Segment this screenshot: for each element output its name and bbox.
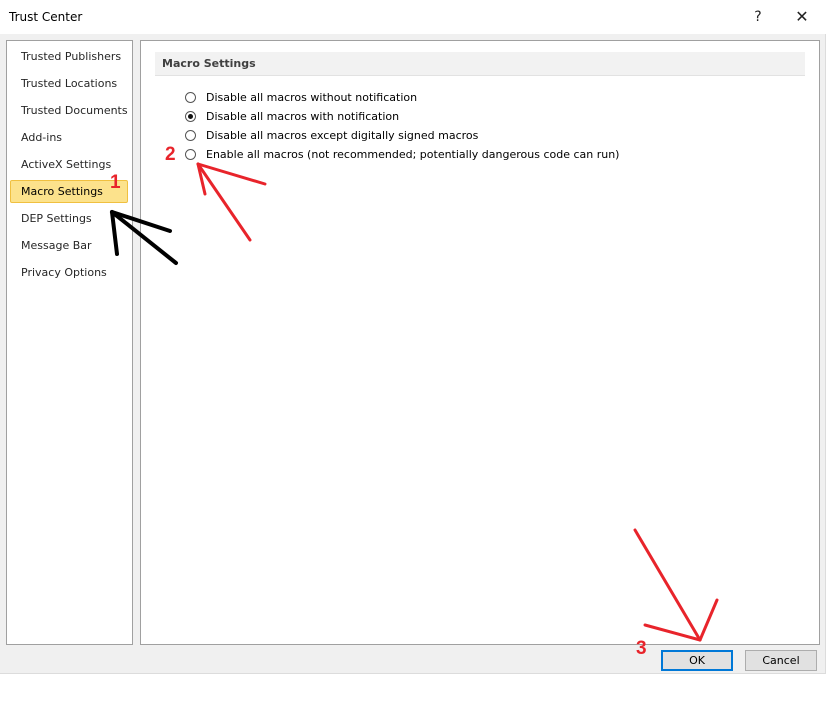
radio-label: Disable all macros except digitally sign… <box>206 129 479 142</box>
sidebar-item-trusted-documents[interactable]: Trusted Documents <box>10 99 128 122</box>
radio-label: Disable all macros without notification <box>206 91 418 104</box>
ok-button[interactable]: OK <box>661 650 733 671</box>
radio-label: Enable all macros (not recommended; pote… <box>206 148 620 161</box>
sidebar-item-trusted-publishers[interactable]: Trusted Publishers <box>10 45 128 68</box>
sidebar-item-trusted-locations[interactable]: Trusted Locations <box>10 72 128 95</box>
section-title: Macro Settings <box>162 57 256 70</box>
radio-button[interactable] <box>185 149 196 160</box>
sidebar-item-privacy-options[interactable]: Privacy Options <box>10 261 128 284</box>
radio-button[interactable] <box>185 92 196 103</box>
annotation-step-3: 3 <box>636 638 647 659</box>
annotation-step-1: 1 <box>110 172 121 193</box>
radio-label: Disable all macros with notification <box>206 110 400 123</box>
cancel-button[interactable]: Cancel <box>745 650 817 671</box>
macro-settings-panel: Macro Settings Disable all macros withou… <box>140 40 820 645</box>
sidebar-item-add-ins[interactable]: Add-ins <box>10 126 128 149</box>
annotation-step-2: 2 <box>165 144 176 165</box>
section-header: Macro Settings <box>155 52 805 76</box>
radio-button[interactable] <box>185 130 196 141</box>
close-icon[interactable]: ✕ <box>787 4 817 30</box>
radio-button-selected[interactable] <box>185 111 196 122</box>
window-title: Trust Center <box>9 10 83 24</box>
sidebar-item-message-bar[interactable]: Message Bar <box>10 234 128 257</box>
sidebar-item-dep-settings[interactable]: DEP Settings <box>10 207 128 230</box>
help-icon[interactable]: ? <box>745 4 771 30</box>
sidebar-nav: Trusted Publishers Trusted Locations Tru… <box>6 40 133 645</box>
trust-center-dialog: Trust Center ? ✕ Trusted Publishers Trus… <box>0 0 826 674</box>
radio-selected-dot <box>188 114 193 119</box>
title-bar: Trust Center ? ✕ <box>0 0 826 34</box>
